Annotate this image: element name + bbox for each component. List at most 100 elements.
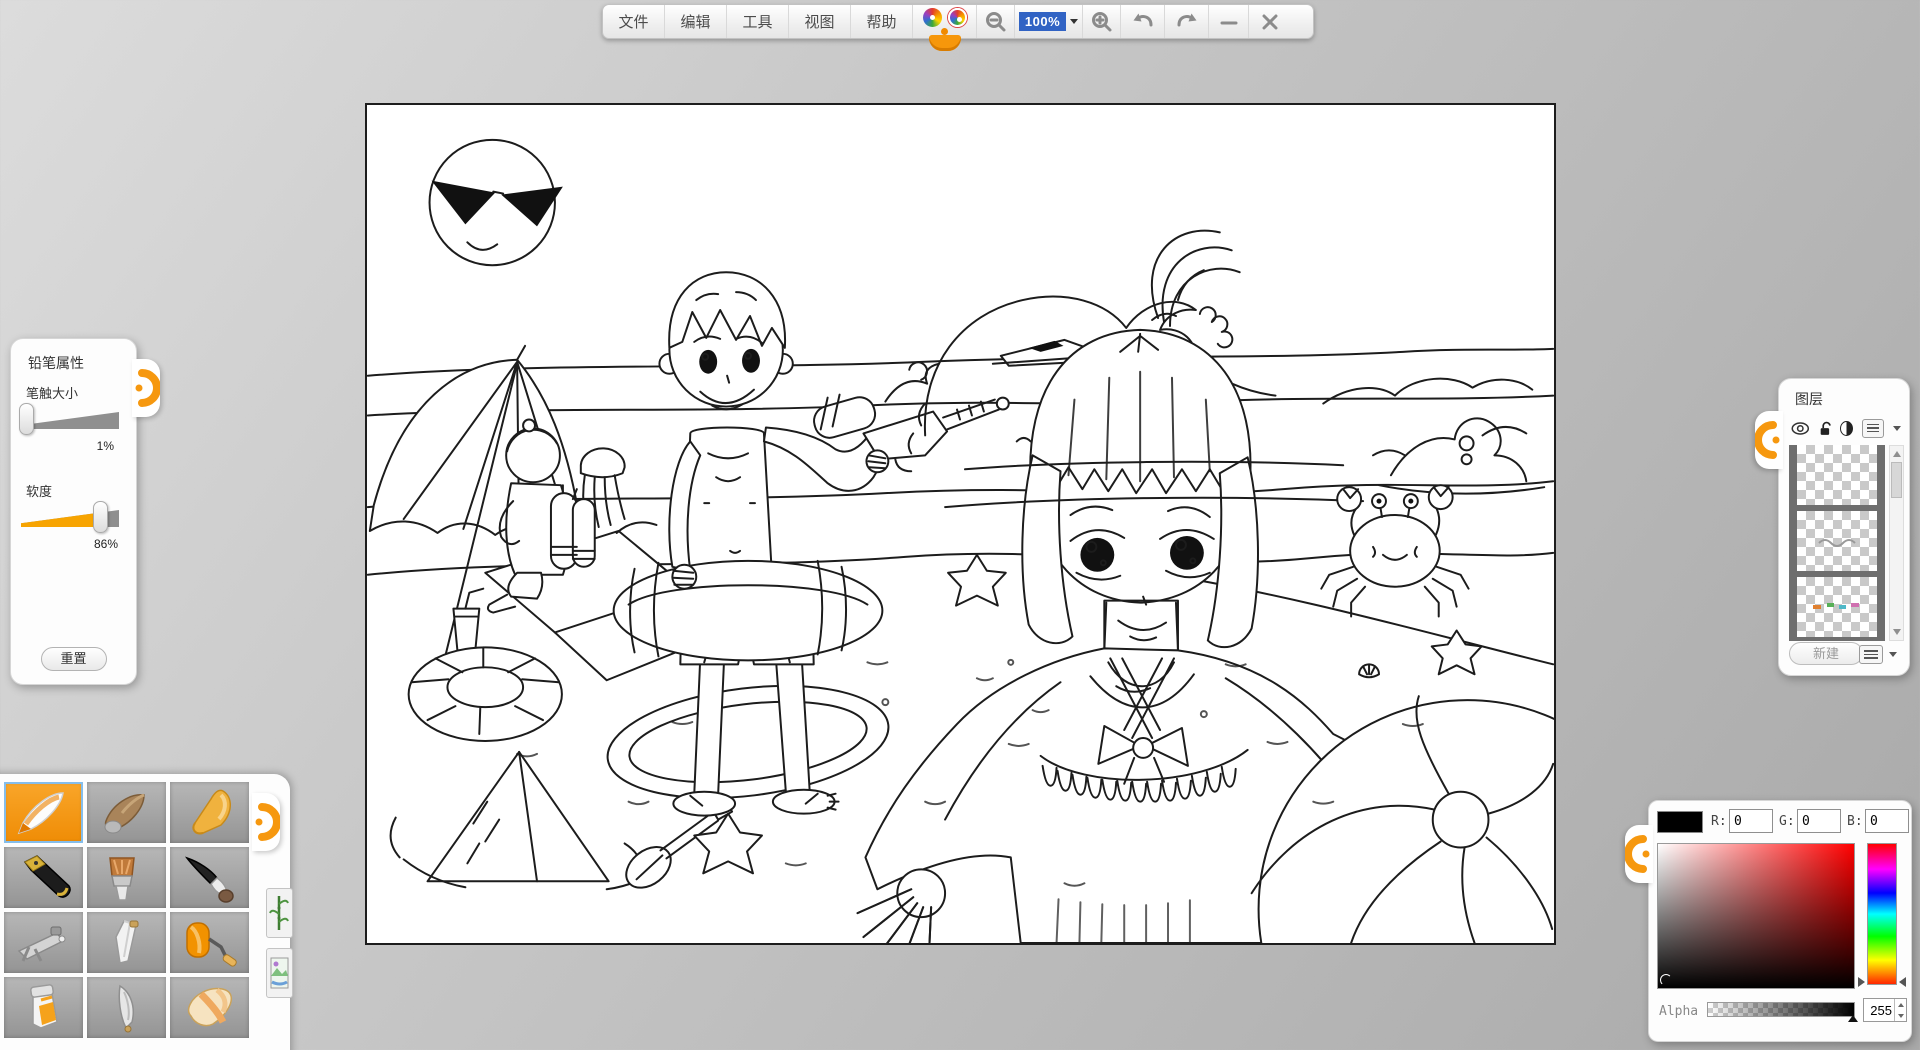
layers-drag-handle[interactable] — [1755, 411, 1783, 469]
hue-marker-right-icon[interactable] — [1899, 977, 1906, 987]
tool-pencil[interactable] — [4, 782, 83, 843]
tool-charcoal-pencil[interactable] — [87, 782, 166, 843]
tool-paint-bottle[interactable] — [4, 977, 83, 1038]
alpha-value-input[interactable] — [1864, 999, 1894, 1021]
layers-panel: 图层 新 — [1778, 378, 1910, 676]
zoom-in-icon — [1090, 10, 1114, 34]
softness-slider[interactable] — [21, 503, 119, 533]
redo-icon — [1174, 10, 1200, 34]
layer-thumbnail-2[interactable] — [1797, 511, 1877, 571]
minimize-button[interactable] — [1209, 5, 1249, 38]
drawing-canvas[interactable] — [365, 103, 1556, 945]
scroll-up-icon[interactable] — [1893, 451, 1901, 457]
handle-grip-icon — [1755, 411, 1783, 469]
fountain-pen-icon — [11, 852, 77, 904]
zoom-out-icon — [984, 10, 1008, 34]
layer-menu-arrow-icon[interactable] — [1893, 426, 1901, 431]
layers-bottom-menu-arrow-icon[interactable] — [1889, 652, 1897, 657]
zoom-dropdown-arrow-icon[interactable] — [1070, 19, 1078, 24]
panel-drag-handle[interactable] — [132, 359, 160, 417]
layer-thumbnail-3[interactable] — [1797, 577, 1877, 637]
paint-roller-icon — [177, 917, 243, 969]
alpha-label: Alpha — [1659, 1004, 1698, 1019]
close-button[interactable] — [1249, 5, 1291, 38]
b-input[interactable] — [1865, 809, 1909, 833]
zoom-level-value[interactable]: 100% — [1019, 12, 1066, 31]
beach-line-drawing — [367, 105, 1554, 943]
menu-file[interactable]: 文件 — [603, 5, 665, 38]
reset-button[interactable]: 重置 — [41, 647, 107, 671]
undo-button[interactable] — [1121, 5, 1165, 38]
paint-app: { "window": { "menus": [ { "label": "文件"… — [0, 0, 1920, 1050]
logo-nose-icon — [941, 28, 948, 35]
redo-button[interactable] — [1165, 5, 1209, 38]
tool-palette-knife[interactable] — [87, 912, 166, 973]
softness-thumb[interactable] — [93, 501, 108, 533]
spin-up-icon[interactable] — [1898, 1003, 1904, 1007]
menu-tools[interactable]: 工具 — [727, 5, 789, 38]
b-label: B: — [1847, 814, 1863, 829]
tool-paint-roller[interactable] — [170, 912, 249, 973]
palette-drag-handle[interactable] — [252, 793, 280, 851]
hue-bar[interactable] — [1867, 843, 1897, 985]
zoom-in-button[interactable] — [1083, 5, 1121, 38]
current-color-swatch[interactable] — [1657, 811, 1703, 833]
paint-bottle-icon — [11, 982, 77, 1034]
carving-knife-icon — [94, 982, 160, 1034]
g-input[interactable] — [1797, 809, 1841, 833]
tool-carving-knife[interactable] — [87, 977, 166, 1038]
alpha-spinner — [1863, 998, 1907, 1022]
layers-bottom-menu-button[interactable] — [1859, 645, 1883, 664]
hue-marker-left-icon[interactable] — [1858, 977, 1865, 987]
brush-size-thumb[interactable] — [19, 403, 34, 435]
handle-grip-icon — [252, 793, 280, 851]
scroll-down-icon[interactable] — [1893, 629, 1901, 635]
seashell — [1359, 664, 1379, 677]
picture-stamp-button[interactable] — [266, 948, 293, 998]
tool-crayon[interactable] — [170, 782, 249, 843]
menu-edit[interactable]: 编辑 — [665, 5, 727, 38]
ink-brush-icon — [177, 852, 243, 904]
zoom-level-control[interactable]: 100% — [1015, 5, 1083, 38]
softness-value: 86% — [94, 537, 118, 551]
spin-down-icon[interactable] — [1898, 1014, 1904, 1018]
new-layer-button[interactable]: 新建 — [1789, 642, 1863, 665]
main-toolbar: 文件 编辑 工具 视图 帮助 100% — [602, 4, 1314, 39]
brush-size-track[interactable] — [21, 412, 119, 429]
saturation-value-square[interactable] — [1657, 843, 1855, 989]
eraser-icon — [177, 982, 243, 1034]
charcoal-pencil-icon — [94, 787, 160, 839]
tool-paintbrush[interactable] — [87, 847, 166, 908]
visibility-eye-icon[interactable] — [1791, 421, 1810, 436]
palette-knife-icon — [94, 917, 160, 969]
airbrush-icon — [11, 917, 77, 969]
paintbrush-icon — [94, 852, 160, 904]
layer-scrollbar[interactable] — [1889, 445, 1904, 641]
layer-2-content — [1797, 511, 1877, 571]
brush-size-slider[interactable] — [21, 405, 119, 435]
alpha-slider[interactable] — [1707, 1002, 1855, 1017]
tool-ink-brush[interactable] — [170, 847, 249, 908]
menu-help[interactable]: 帮助 — [851, 5, 913, 38]
logo-smile-icon — [929, 35, 961, 51]
sun-with-sunglasses — [430, 140, 563, 265]
opacity-half-moon-icon[interactable] — [1840, 421, 1853, 436]
color-picker-panel: R: G: B: Alpha — [1648, 800, 1912, 1042]
app-logo — [913, 5, 977, 38]
tool-airbrush[interactable] — [4, 912, 83, 973]
tool-fountain-pen[interactable] — [4, 847, 83, 908]
r-input[interactable] — [1729, 809, 1773, 833]
lock-open-icon[interactable] — [1819, 420, 1832, 437]
tool-eraser[interactable] — [170, 977, 249, 1038]
drink-cup — [453, 589, 483, 651]
alpha-marker-icon[interactable] — [1848, 1015, 1858, 1022]
picture-stamp-icon — [269, 952, 290, 994]
menu-view[interactable]: 视图 — [789, 5, 851, 38]
r-label: R: — [1711, 814, 1727, 829]
layer-thumbnail-1[interactable] — [1797, 445, 1877, 505]
zoom-out-button[interactable] — [977, 5, 1015, 38]
bamboo-stamp-button[interactable] — [266, 888, 293, 938]
layer-menu-button[interactable] — [1862, 419, 1884, 438]
crayon-icon — [177, 787, 243, 839]
scrollbar-thumb[interactable] — [1891, 462, 1902, 498]
